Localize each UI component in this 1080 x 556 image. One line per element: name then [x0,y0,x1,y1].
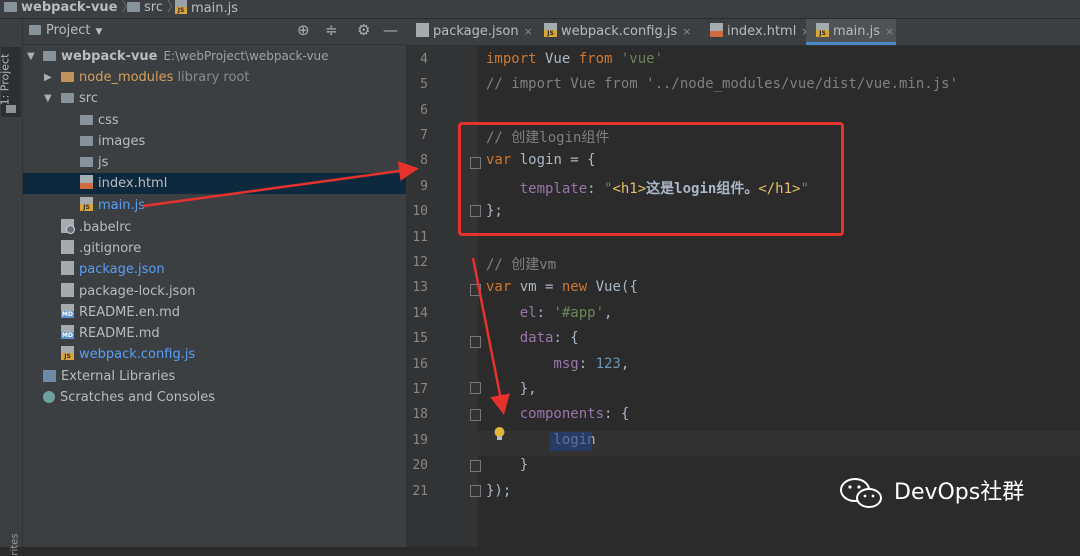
annotation-arrows [142,161,510,415]
watermark: DevOps社群 [894,480,1025,505]
arrow-to-component [142,161,419,208]
arrow-to-components [471,257,510,415]
